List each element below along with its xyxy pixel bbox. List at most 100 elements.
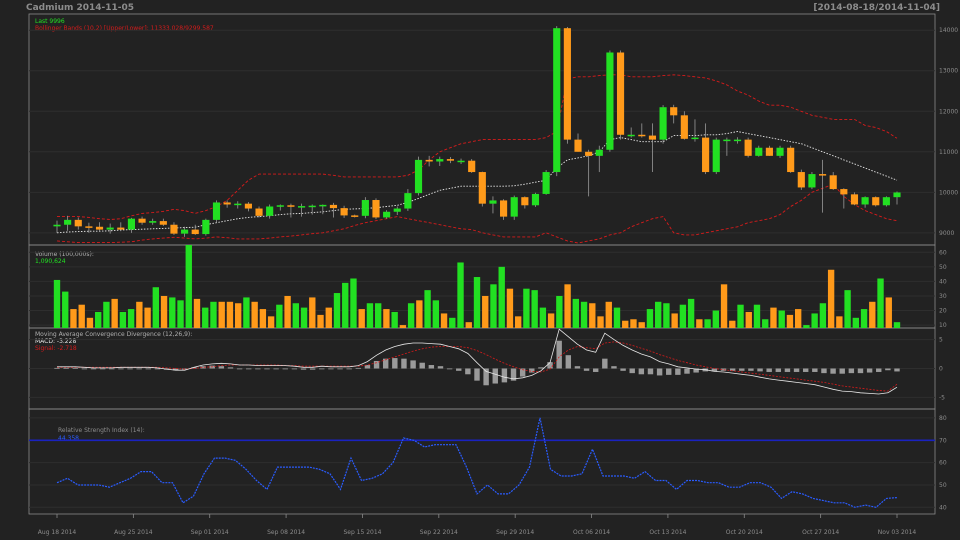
candle-body xyxy=(170,224,178,234)
x-tick-label: Aug 25 2014 xyxy=(114,529,153,536)
x-tick-label: Oct 20 2014 xyxy=(726,529,763,536)
volume-bar xyxy=(53,279,61,328)
macd-histogram-bar xyxy=(319,368,325,370)
price-y-tick-label: 10000 xyxy=(939,189,958,196)
candle-body xyxy=(861,197,869,205)
volume-bar xyxy=(803,325,810,328)
candle-body xyxy=(755,147,763,156)
candle-body xyxy=(574,139,582,152)
volume-bar xyxy=(218,301,225,328)
candle-body xyxy=(383,211,391,218)
volume-bar xyxy=(663,303,670,328)
candle-body xyxy=(797,172,805,188)
candle-body xyxy=(361,200,369,216)
macd-histogram-bar xyxy=(154,368,161,370)
candle-body xyxy=(266,206,274,216)
volume-bar xyxy=(160,295,168,328)
macd-histogram-bar xyxy=(309,368,316,370)
volume-bar xyxy=(407,303,415,328)
volume-bar xyxy=(811,313,818,328)
candle-body xyxy=(510,197,518,217)
candle-body xyxy=(616,52,625,135)
candle-body xyxy=(648,135,657,140)
candle-body xyxy=(223,202,231,205)
volume-bar xyxy=(62,291,69,328)
volume-bar xyxy=(144,307,151,328)
macd-y-tick-label: 0 xyxy=(939,366,943,373)
volume-bar xyxy=(251,301,258,328)
candle-body xyxy=(712,139,720,173)
volume-bar xyxy=(531,290,538,328)
volume-bar xyxy=(193,298,201,328)
volume-bar xyxy=(687,298,695,328)
candle-body xyxy=(702,137,710,173)
volume-bar xyxy=(671,313,678,328)
macd-histogram-bar xyxy=(118,368,124,370)
volume-bar xyxy=(547,313,555,328)
volume-bar xyxy=(276,304,283,328)
volume-bar xyxy=(836,316,843,328)
macd-histogram-bar xyxy=(63,367,69,369)
candle-body xyxy=(489,200,497,204)
volume-bar xyxy=(267,316,275,328)
candle-body xyxy=(733,139,742,142)
volume-bar xyxy=(679,304,687,328)
volume-y-tick-label: 60 xyxy=(939,249,947,256)
volume-bar xyxy=(111,298,118,328)
macd-histogram-bar xyxy=(236,368,243,370)
volume-bar xyxy=(877,278,884,328)
volume-bar xyxy=(94,311,102,328)
volume-bar xyxy=(852,317,860,328)
candle-body xyxy=(882,197,890,206)
volume-bar xyxy=(234,303,242,328)
volume-bar xyxy=(243,297,250,328)
candle-body xyxy=(744,139,752,156)
macd-histogram-bar xyxy=(255,368,261,370)
volume-bar xyxy=(786,314,794,328)
macd-histogram-bar xyxy=(437,366,444,369)
candle-body xyxy=(595,149,603,156)
volume-bar xyxy=(284,295,291,328)
macd-histogram-bar xyxy=(81,368,88,370)
volume-bar xyxy=(556,295,563,328)
price-y-tick-label: 9000 xyxy=(939,230,954,237)
candle-body xyxy=(446,159,454,161)
macd-histogram-bar xyxy=(90,368,97,370)
volume-bar xyxy=(737,304,744,328)
candle-body xyxy=(138,218,146,223)
macd-histogram-bar xyxy=(401,358,407,369)
volume-bar xyxy=(794,309,802,328)
volume-bar xyxy=(325,307,332,328)
candle-body xyxy=(680,115,688,139)
x-tick-label: Oct 13 2014 xyxy=(649,529,686,536)
volume-bar xyxy=(564,284,571,328)
volume-y-tick-label: 30 xyxy=(939,293,947,300)
volume-bar xyxy=(210,301,217,328)
volume-bar xyxy=(646,309,654,328)
candle-body xyxy=(723,139,731,142)
macd-histogram-bar xyxy=(656,368,663,376)
volume-bar xyxy=(654,301,662,328)
candle-body xyxy=(255,208,263,216)
candle-body xyxy=(840,189,848,195)
volume-bar xyxy=(597,316,604,328)
volume-bar xyxy=(589,303,596,328)
price-y-tick-label: 13000 xyxy=(939,68,958,75)
macd-histogram-bar xyxy=(830,368,836,374)
x-tick-label: Sep 01 2014 xyxy=(191,529,229,536)
candle-body xyxy=(808,174,816,188)
candle-body xyxy=(159,221,167,225)
candle-body xyxy=(319,204,327,207)
volume-y-tick-label: 50 xyxy=(939,264,947,271)
volume-bar xyxy=(712,310,720,328)
volume-bar xyxy=(152,287,160,328)
candle-body xyxy=(500,200,508,217)
macd-histogram-bar xyxy=(821,368,827,374)
volume-y-tick-label: 20 xyxy=(939,308,947,315)
candle-body xyxy=(181,229,189,234)
candle-body xyxy=(776,147,784,156)
candle-body xyxy=(478,172,486,204)
macd-histogram-bar xyxy=(136,368,142,370)
volume-bar xyxy=(449,317,456,328)
rsi-y-tick-label: 60 xyxy=(939,460,947,467)
